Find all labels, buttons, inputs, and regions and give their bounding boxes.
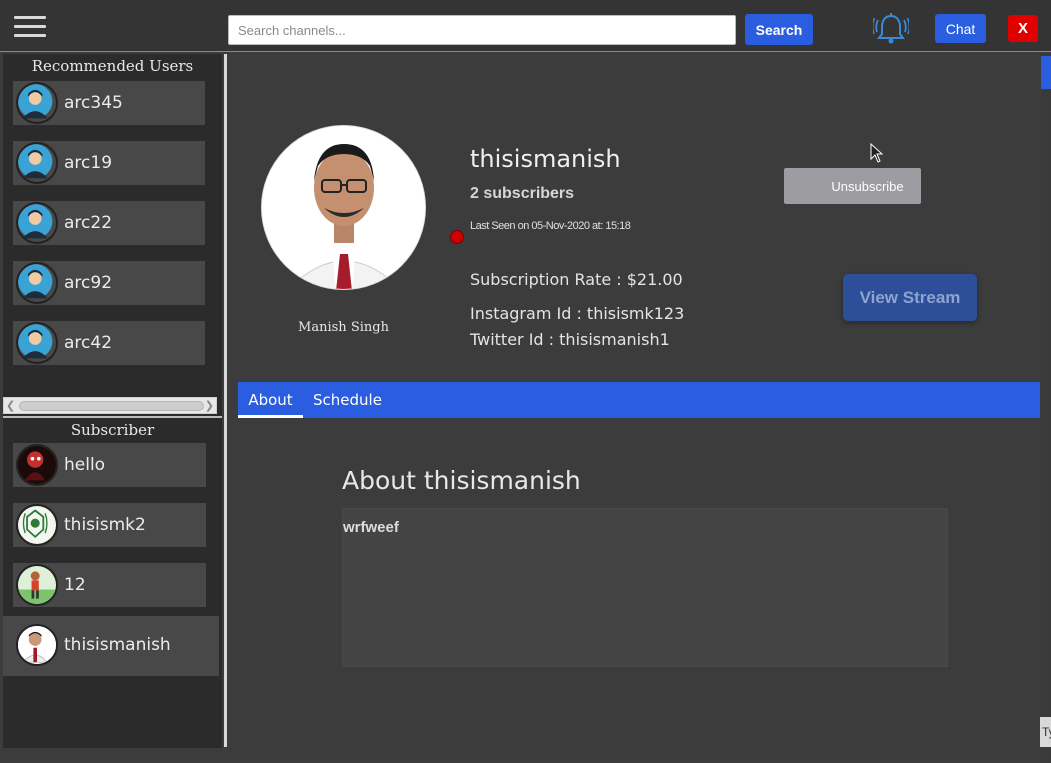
avatar (16, 504, 58, 546)
tab-schedule[interactable]: Schedule (313, 382, 382, 418)
user-name: thisismanish (64, 635, 171, 655)
user-name: hello (64, 455, 106, 475)
sidebar-divider (224, 54, 227, 747)
bell-icon[interactable] (873, 11, 909, 45)
view-stream-button[interactable]: View Stream (843, 274, 977, 321)
avatar (16, 262, 58, 304)
status-indicator (450, 230, 464, 244)
about-text: wrfweef (343, 519, 399, 536)
avatar (16, 142, 58, 184)
horizontal-scrollbar[interactable]: ❮ ❯ (3, 397, 217, 414)
avatar (16, 322, 58, 364)
instagram-id: Instagram Id : thisismk123 (470, 304, 685, 323)
tab-about[interactable]: About (238, 382, 303, 418)
edge-tab[interactable]: Ty (1040, 717, 1051, 747)
right-edge (1041, 54, 1051, 763)
recommended-user-item[interactable]: arc92 (13, 261, 205, 305)
twitter-id: Twitter Id : thisismanish1 (470, 330, 670, 349)
recommended-user-item[interactable]: arc42 (13, 321, 205, 365)
scroll-left-icon[interactable]: ❮ (6, 399, 15, 412)
user-name: arc92 (64, 273, 113, 293)
user-name: thisismk2 (64, 515, 146, 535)
avatar (16, 82, 58, 124)
search-input[interactable] (228, 15, 736, 45)
recommended-user-item[interactable]: arc19 (13, 141, 205, 185)
close-button[interactable]: X (1008, 15, 1038, 42)
profile-photo (261, 125, 426, 290)
recommended-user-item[interactable]: arc345 (13, 81, 205, 125)
display-name: Manish Singh (298, 320, 389, 335)
unsubscribe-button[interactable]: Unsubscribe (784, 168, 921, 204)
profile-tabs: About Schedule (238, 382, 1040, 418)
avatar (16, 202, 58, 244)
user-name: arc22 (64, 213, 113, 233)
profile-username: thisismanish (470, 145, 621, 173)
avatar (16, 624, 58, 666)
subscriber-item[interactable]: thisismanish (13, 623, 206, 667)
user-name: arc19 (64, 153, 113, 173)
last-seen-text: Last Seen on 05-Nov-2020 at: 15:18 (470, 220, 631, 232)
recommended-user-item[interactable]: arc22 (13, 201, 205, 245)
subscriber-title: Subscriber (70, 421, 155, 439)
top-bar: Search Chat X (0, 0, 1051, 52)
avatar (16, 444, 58, 486)
scroll-right-icon[interactable]: ❯ (205, 399, 214, 412)
right-edge-accent (1041, 56, 1051, 89)
mouse-cursor-icon (870, 143, 884, 163)
chat-button[interactable]: Chat (935, 14, 986, 43)
recommended-users-title: Recommended Users (31, 57, 194, 75)
search-button[interactable]: Search (745, 14, 813, 45)
app-root: Search Chat X Recommended Users arc345 a… (0, 0, 1051, 763)
user-name: arc42 (64, 333, 113, 353)
user-name: 12 (64, 575, 86, 595)
subscriber-item[interactable]: 12 (13, 563, 206, 607)
subscriber-item[interactable]: hello (13, 443, 206, 487)
about-box (342, 508, 948, 667)
user-name: arc345 (64, 93, 123, 113)
subscriber-item[interactable]: thisismk2 (13, 503, 206, 547)
avatar (16, 564, 58, 606)
menu-icon[interactable] (14, 16, 46, 40)
about-title: About thisismanish (342, 466, 581, 495)
subscriber-count: 2 subscribers (470, 185, 575, 202)
scrollbar-thumb[interactable] (19, 401, 204, 411)
subscription-rate: Subscription Rate : $21.00 (470, 270, 683, 289)
